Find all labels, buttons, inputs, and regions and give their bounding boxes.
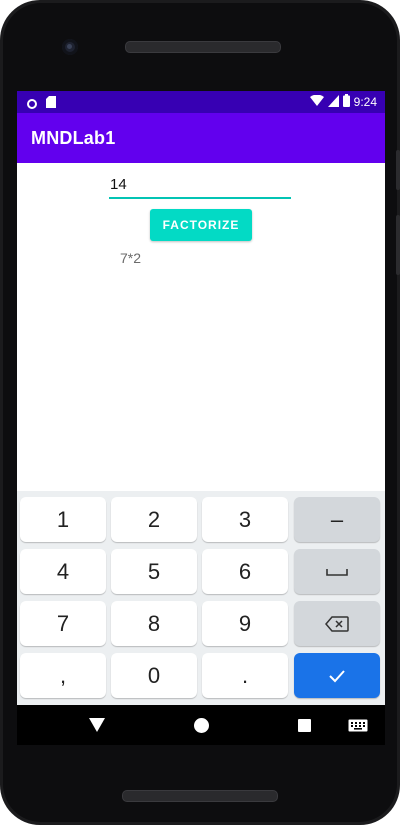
factorize-button[interactable]: FACTORIZE [150,209,252,241]
key-done[interactable] [294,653,380,698]
home-button[interactable] [192,705,210,745]
key-3[interactable]: 3 [202,497,288,542]
power-button [396,150,400,190]
backspace-icon [325,615,349,632]
keyboard-switch-icon [348,719,368,731]
app-title: MNDLab1 [31,128,116,148]
navigation-bar [17,705,385,745]
app-bar: MNDLab1 [17,113,385,163]
factorization-result: 7*2 [120,250,142,266]
back-icon [89,718,105,732]
key-4[interactable]: 4 [20,549,106,594]
key-1[interactable]: 1 [20,497,106,542]
key-6[interactable]: 6 [202,549,288,594]
key-comma[interactable]: , [20,653,106,698]
recents-button[interactable] [295,705,313,745]
main-content: FACTORIZE 7*2 [17,163,385,491]
keyboard-switch-button[interactable] [347,705,369,745]
earpiece-speaker [125,41,281,53]
cell-signal-icon [327,94,339,110]
volume-button [396,215,400,275]
back-button[interactable] [85,705,109,745]
bottom-speaker [122,790,278,802]
status-bar: 9:24 [17,91,385,113]
key-2[interactable]: 2 [111,497,197,542]
key-backspace[interactable] [294,601,380,646]
recents-icon [297,718,311,732]
front-camera [62,39,78,55]
key-space[interactable] [294,549,380,594]
key-period[interactable]: . [202,653,288,698]
status-time: 9:24 [353,95,377,109]
device-screen: 9:24 MNDLab1 FACTORIZE 7*2 1 2 3 – 4 5 6… [17,91,385,745]
key-7[interactable]: 7 [20,601,106,646]
key-minus[interactable]: – [294,497,380,542]
key-0[interactable]: 0 [111,653,197,698]
key-9[interactable]: 9 [202,601,288,646]
notification-circle-icon [27,99,37,109]
space-icon [326,568,348,576]
number-input[interactable] [109,171,291,199]
phone-frame: 9:24 MNDLab1 FACTORIZE 7*2 1 2 3 – 4 5 6… [0,0,400,825]
battery-icon [342,94,350,110]
key-8[interactable]: 8 [111,601,197,646]
key-5[interactable]: 5 [111,549,197,594]
numeric-keyboard: 1 2 3 – 4 5 6 7 8 9 , 0 . [17,491,385,705]
checkmark-icon [329,669,345,682]
wifi-icon [309,94,324,110]
home-icon [193,717,209,733]
sd-card-icon [46,95,56,113]
